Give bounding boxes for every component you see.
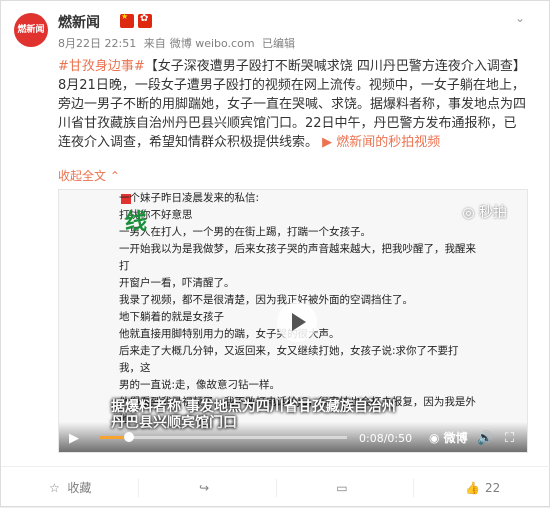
collapse-link[interactable]: 收起全文 ⌃: [58, 167, 120, 184]
hashtag-link[interactable]: #甘孜身边事#: [58, 59, 145, 74]
comment-icon: ▭: [336, 480, 348, 495]
progress-knob[interactable]: [123, 432, 134, 442]
collect-button[interactable]: ☆ 收藏: [1, 478, 139, 497]
play-icon[interactable]: [277, 302, 317, 342]
weibo-post-card: 燃新闻 燃新闻 ⌄ 8月22日 22:51 来自微博 weibo.com 已编辑…: [0, 0, 550, 507]
video-line: 一开始我以为是我做梦，后来女孩子哭的声音越来越大，把我吵醒了，我醒来打: [119, 243, 476, 272]
repost-icon: ↪: [199, 480, 210, 495]
like-button[interactable]: 👍 22: [414, 479, 550, 497]
video-line: 一男人在打人，一个男的在街上踢，打踹一个女孩子。: [119, 226, 371, 238]
collect-label: 收藏: [67, 481, 92, 495]
star-icon: ☆: [48, 480, 60, 495]
volume-icon[interactable]: 🔊: [477, 431, 493, 446]
thumbs-up-icon: 👍: [464, 480, 480, 495]
miaopai-watermark: ◎ 秒拍: [462, 205, 507, 221]
progress-bar[interactable]: [99, 432, 347, 442]
video-link-label: 燃新闻的秒拍视频: [336, 135, 441, 150]
china-flag-icon: [120, 12, 134, 28]
post-meta: 8月22日 22:51 来自 微博 weibo.com 已编辑: [58, 35, 299, 51]
like-count: 22: [484, 480, 501, 495]
edited-label: 已编辑: [262, 37, 296, 50]
video-player[interactable]: 一个妹子昨日凌晨发来的私信: 打扰你不好意思 一男人在打人，一个男的在街上踢，打…: [58, 189, 528, 453]
hong-kong-flag-icon: [138, 13, 152, 28]
collapse-label: 收起全文: [58, 169, 107, 183]
brand-label: 微博: [443, 431, 468, 445]
video-line: 后来走了大概几分钟，又返回来，女又继续打她，女孩子说:求你了不要打我，这: [119, 345, 459, 374]
avatar[interactable]: 燃新闻: [14, 13, 48, 47]
video-link[interactable]: ▶ 燃新闻的秒拍视频: [322, 135, 440, 150]
action-bar: ☆ 收藏 ↪ ▭ 👍 22: [1, 466, 550, 508]
video-controls: ▶ 0:08/0:50 ◉ 微博 🔊 ⛶: [59, 422, 527, 452]
video-line: 开窗户一看，吓清醒了。: [119, 277, 235, 289]
video-line: 男的一直说:走，像故意刁钻一样。: [119, 379, 281, 391]
username[interactable]: 燃新闻: [58, 12, 100, 32]
repost-button[interactable]: ↪: [139, 478, 277, 497]
post-body: #甘孜身边事#【女子深夜遭男子殴打不断哭喊求饶 四川丹巴警方连夜介入调查】8月2…: [58, 57, 528, 152]
chevron-up-icon: ⌃: [109, 169, 120, 183]
video-line: 一个妹子昨日凌晨发来的私信:: [119, 192, 260, 204]
play-button[interactable]: ▶: [69, 431, 79, 446]
post-date[interactable]: 8月22日 22:51: [58, 37, 136, 50]
green-overlay-text: 线: [125, 210, 148, 235]
fullscreen-icon[interactable]: ⛶: [505, 431, 514, 446]
source-prefix: 来自: [143, 37, 166, 50]
post-source[interactable]: 微博 weibo.com: [170, 37, 255, 50]
watermark-label: 秒拍: [479, 205, 507, 221]
video-line: 打扰你不好意思: [119, 209, 193, 221]
video-time: 0:08/0:50: [359, 432, 413, 445]
weibo-logo[interactable]: ◉ 微博: [429, 429, 468, 446]
chevron-down-icon[interactable]: ⌄: [515, 11, 529, 25]
comment-button[interactable]: ▭: [277, 478, 415, 497]
